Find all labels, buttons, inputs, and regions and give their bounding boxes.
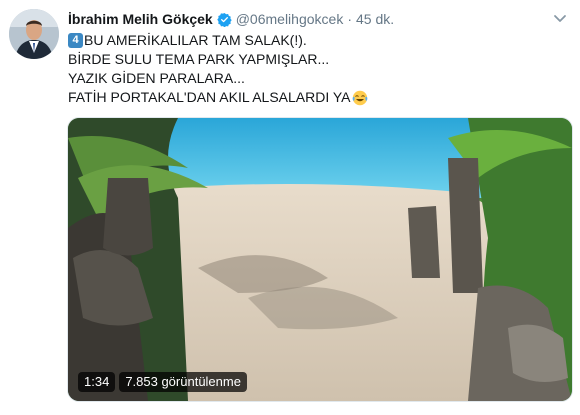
tweet-line-text: YAZIK GİDEN PARALARA... xyxy=(68,70,245,86)
tweet-line-text: FATİH PORTAKAL'DAN AKIL ALSALARDI YA xyxy=(68,89,351,105)
video-view-count: 7.853 görüntülenme xyxy=(119,372,247,392)
tweet-text: 4 BU AMERİKALILAR TAM SALAK(!). BİRDE SU… xyxy=(68,31,368,107)
verified-badge-icon xyxy=(217,12,232,27)
tweet-line-3: YAZIK GİDEN PARALARA... xyxy=(68,69,368,88)
tweet-line-text: BİRDE SULU TEMA PARK YAPMIŞLAR... xyxy=(68,51,330,67)
keycap-four-emoji: 4 xyxy=(68,33,83,48)
video-thumbnail xyxy=(68,118,572,401)
tweet-line-4: FATİH PORTAKAL'DAN AKIL ALSALARDI YA xyxy=(68,88,368,107)
tweet-line-text: BU AMERİKALILAR TAM SALAK(!). xyxy=(84,32,307,48)
timestamp[interactable]: 45 dk. xyxy=(356,11,394,27)
tweet-line-1: 4 BU AMERİKALILAR TAM SALAK(!). xyxy=(68,31,368,50)
avatar[interactable] xyxy=(9,9,59,59)
tweet-line-2: BİRDE SULU TEMA PARK YAPMIŞLAR... xyxy=(68,50,368,69)
video-duration: 1:34 xyxy=(78,372,116,392)
tweet-header: İbrahim Melih Gökçek @06melihgokcek · 45… xyxy=(68,9,394,29)
video-overlay: 1:34 7.853 görüntülenme xyxy=(78,372,251,392)
chevron-down-icon[interactable] xyxy=(552,12,568,24)
user-handle[interactable]: @06melihgokcek xyxy=(236,11,344,27)
video-player[interactable]: 1:34 7.853 görüntülenme xyxy=(67,117,573,402)
display-name[interactable]: İbrahim Melih Gökçek xyxy=(68,11,213,27)
tears-of-joy-emoji-icon xyxy=(352,90,368,106)
separator-dot: · xyxy=(347,11,352,27)
